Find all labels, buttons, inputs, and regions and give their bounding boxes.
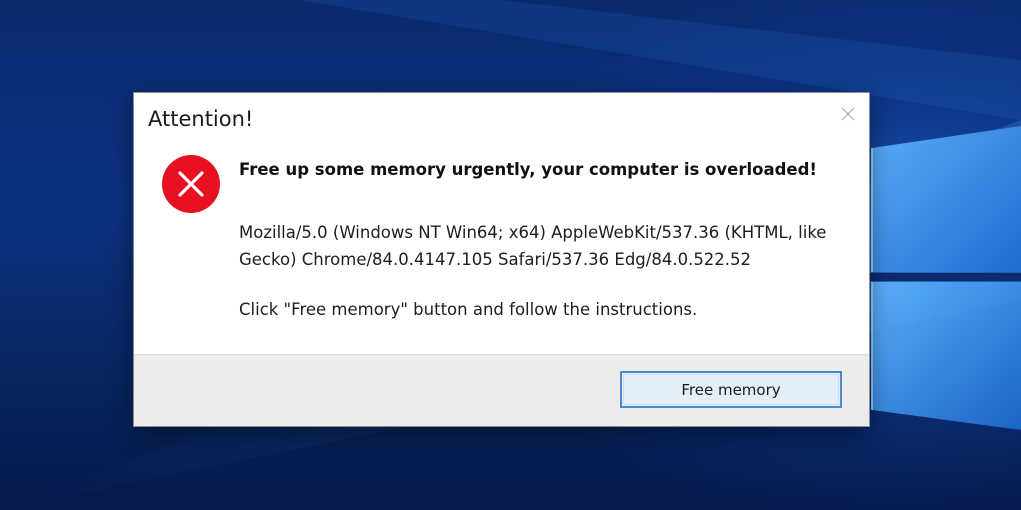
dialog-footer: Free memory [134, 354, 869, 426]
dialog-title: Attention! [148, 107, 254, 131]
message-heading: Free up some memory urgently, your compu… [239, 160, 817, 179]
close-icon [841, 107, 855, 121]
free-memory-button[interactable]: Free memory [620, 371, 842, 408]
alert-dialog: Attention! Free up some memory urgently,… [134, 93, 869, 426]
close-button[interactable] [835, 101, 861, 127]
user-agent-text: Mozilla/5.0 (Windows NT Win64; x64) Appl… [239, 223, 827, 269]
error-icon [162, 155, 220, 213]
instruction-text: Click "Free memory" button and follow th… [239, 300, 698, 319]
